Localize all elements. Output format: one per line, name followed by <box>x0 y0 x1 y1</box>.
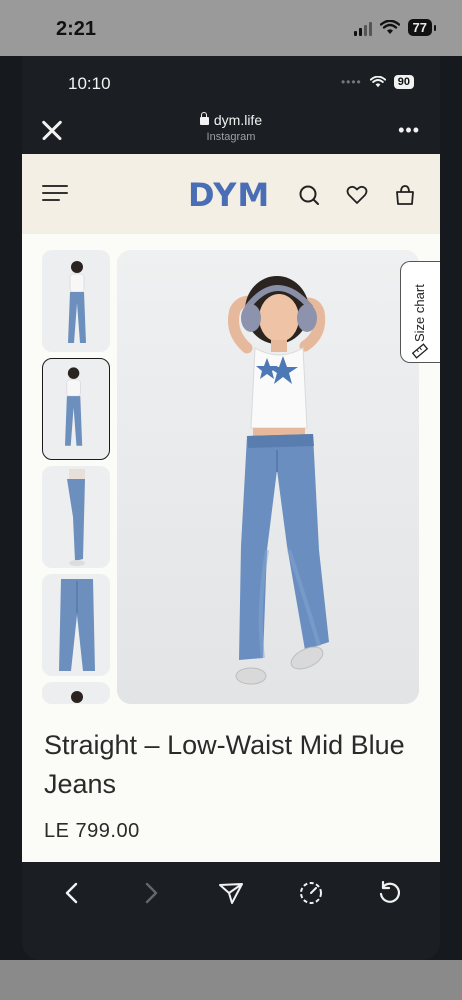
heart-icon[interactable] <box>346 184 368 206</box>
wifi-icon <box>369 76 386 88</box>
device-time: 2:21 <box>56 18 97 40</box>
thumbnail-image[interactable] <box>42 682 110 704</box>
product-main-image[interactable] <box>117 250 419 704</box>
product-price: LE 799.00 <box>44 820 140 842</box>
site-header: DYM <box>22 154 440 234</box>
menu-icon[interactable] <box>42 184 68 202</box>
thumbnail-gallery <box>42 250 112 710</box>
forward-icon[interactable] <box>134 876 168 910</box>
inner-status-bar: 10:10 •••• 90 <box>22 56 440 106</box>
wifi-icon <box>379 20 400 34</box>
url-domain: dym.life <box>213 112 263 128</box>
product-title: Straight – Low-Waist Mid Blue Jeans <box>44 730 405 799</box>
back-icon[interactable] <box>55 876 89 910</box>
url-display[interactable]: dym.life Instagram <box>22 112 440 143</box>
inner-time: 10:10 <box>68 74 111 93</box>
battery-indicator: 77 <box>407 19 437 36</box>
cellular-signal-icon <box>353 20 372 36</box>
thumbnail-image[interactable] <box>42 466 110 568</box>
thumbnail-image[interactable] <box>42 574 110 676</box>
thumbnail-image[interactable] <box>42 250 110 352</box>
speed-icon[interactable] <box>294 876 328 910</box>
thumbnail-image-selected[interactable] <box>42 358 110 460</box>
browser-header: dym.life Instagram ••• <box>22 106 440 154</box>
bag-icon[interactable] <box>394 184 416 206</box>
size-chart-button[interactable]: Size chart <box>400 261 440 363</box>
lock-icon <box>199 112 209 125</box>
browser-toolbar <box>22 862 440 924</box>
signal-dots-icon: •••• <box>340 75 362 89</box>
browser-source: Instagram <box>206 131 256 143</box>
site-logo[interactable]: DYM <box>188 176 270 214</box>
device-status-bar: 2:21 77 <box>0 0 462 56</box>
refresh-icon[interactable] <box>373 876 407 910</box>
share-icon[interactable] <box>214 876 248 910</box>
inner-battery-indicator: 90 <box>393 75 414 89</box>
more-options-icon[interactable]: ••• <box>398 120 420 141</box>
in-app-browser-screen: 10:10 •••• 90 dym.life Instagram ••• DYM <box>22 56 440 960</box>
web-page: DYM Size chart Straight – Low-Waist Mid … <box>22 154 440 862</box>
search-icon[interactable] <box>298 184 320 206</box>
ruler-icon <box>411 343 429 359</box>
device-bottom-area <box>0 960 462 1000</box>
size-chart-label: Size chart <box>412 284 427 342</box>
